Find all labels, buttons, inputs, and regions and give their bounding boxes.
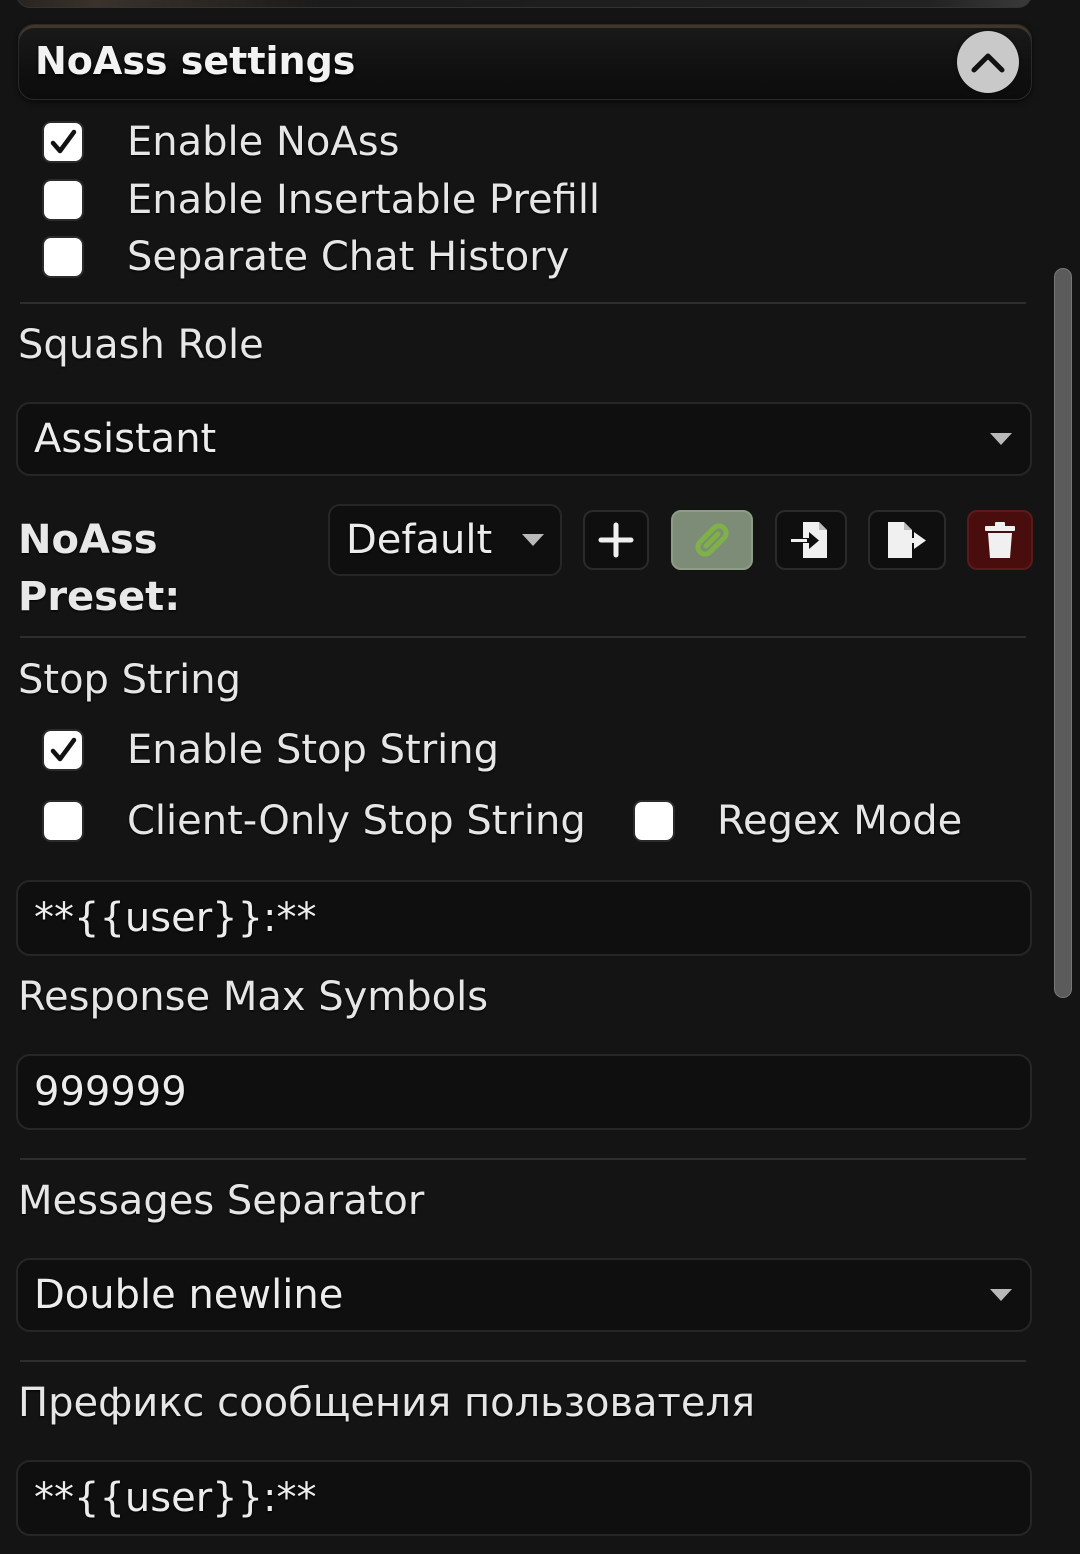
regex-mode-checkbox[interactable] (635, 802, 673, 840)
file-import-icon (791, 522, 827, 558)
user-prefix-label: Префикс сообщения пользователя (18, 1380, 756, 1426)
squash-role-select[interactable]: Assistant (16, 402, 1032, 476)
noass-settings-panel: NoAss settings Enable NoAss Enable Inser… (0, 0, 1080, 1554)
checkmark-icon (50, 129, 77, 154)
scrollbar[interactable] (1054, 268, 1072, 998)
preset-value: Default (346, 517, 493, 563)
chevron-down-icon (522, 534, 544, 546)
stop-string-value: **{{user}}:** (34, 895, 317, 941)
enable-insertable-prefill-checkbox[interactable] (44, 181, 82, 219)
separate-chat-history-checkbox[interactable] (44, 238, 82, 276)
chevron-up-icon (971, 53, 1005, 73)
user-prefix-value: **{{user}}:** (34, 1475, 317, 1521)
divider (20, 302, 1026, 304)
response-max-symbols-label: Response Max Symbols (18, 974, 489, 1020)
divider (20, 1360, 1026, 1362)
divider (20, 1158, 1026, 1160)
enable-stop-string-label: Enable Stop String (127, 727, 499, 773)
noass-preset-label: NoAss Preset: (18, 517, 181, 620)
link-icon (695, 523, 729, 557)
plus-icon (598, 522, 634, 558)
chevron-down-icon (990, 433, 1012, 445)
separate-chat-history-label: Separate Chat History (127, 234, 570, 280)
enable-noass-label: Enable NoAss (127, 119, 400, 165)
user-prefix-input[interactable]: **{{user}}:** (16, 1460, 1032, 1536)
delete-preset-button[interactable] (967, 510, 1033, 570)
collapse-button[interactable] (957, 31, 1019, 93)
drawer-title: NoAss settings (35, 39, 356, 83)
checkmark-icon (50, 737, 77, 762)
import-preset-button[interactable] (775, 510, 847, 570)
messages-separator-value: Double newline (34, 1272, 344, 1318)
enable-stop-string-checkbox[interactable] (44, 731, 82, 769)
stop-string-label: Stop String (18, 657, 242, 703)
drawer-header[interactable]: NoAss settings (18, 24, 1032, 100)
trash-icon (985, 522, 1015, 558)
stop-string-input[interactable]: **{{user}}:** (16, 880, 1032, 956)
regex-mode-label: Regex Mode (717, 798, 963, 844)
link-preset-button[interactable] (671, 510, 753, 570)
chevron-down-icon (990, 1289, 1012, 1301)
messages-separator-select[interactable]: Double newline (16, 1258, 1032, 1332)
response-max-symbols-input[interactable]: 999999 (16, 1054, 1032, 1130)
client-only-stop-string-label: Client-Only Stop String (127, 798, 586, 844)
file-export-icon (888, 522, 926, 558)
divider (20, 636, 1026, 638)
response-max-symbols-value: 999999 (34, 1069, 187, 1115)
squash-role-value: Assistant (34, 416, 217, 462)
enable-noass-checkbox[interactable] (44, 123, 82, 161)
export-preset-button[interactable] (868, 510, 946, 570)
add-preset-button[interactable] (583, 510, 649, 570)
preset-select[interactable]: Default (328, 504, 562, 576)
squash-role-label: Squash Role (18, 322, 264, 368)
enable-insertable-prefill-label: Enable Insertable Prefill (127, 177, 601, 223)
client-only-stop-string-checkbox[interactable] (44, 802, 82, 840)
messages-separator-label: Messages Separator (18, 1178, 425, 1224)
previous-drawer-edge (16, 0, 1032, 8)
